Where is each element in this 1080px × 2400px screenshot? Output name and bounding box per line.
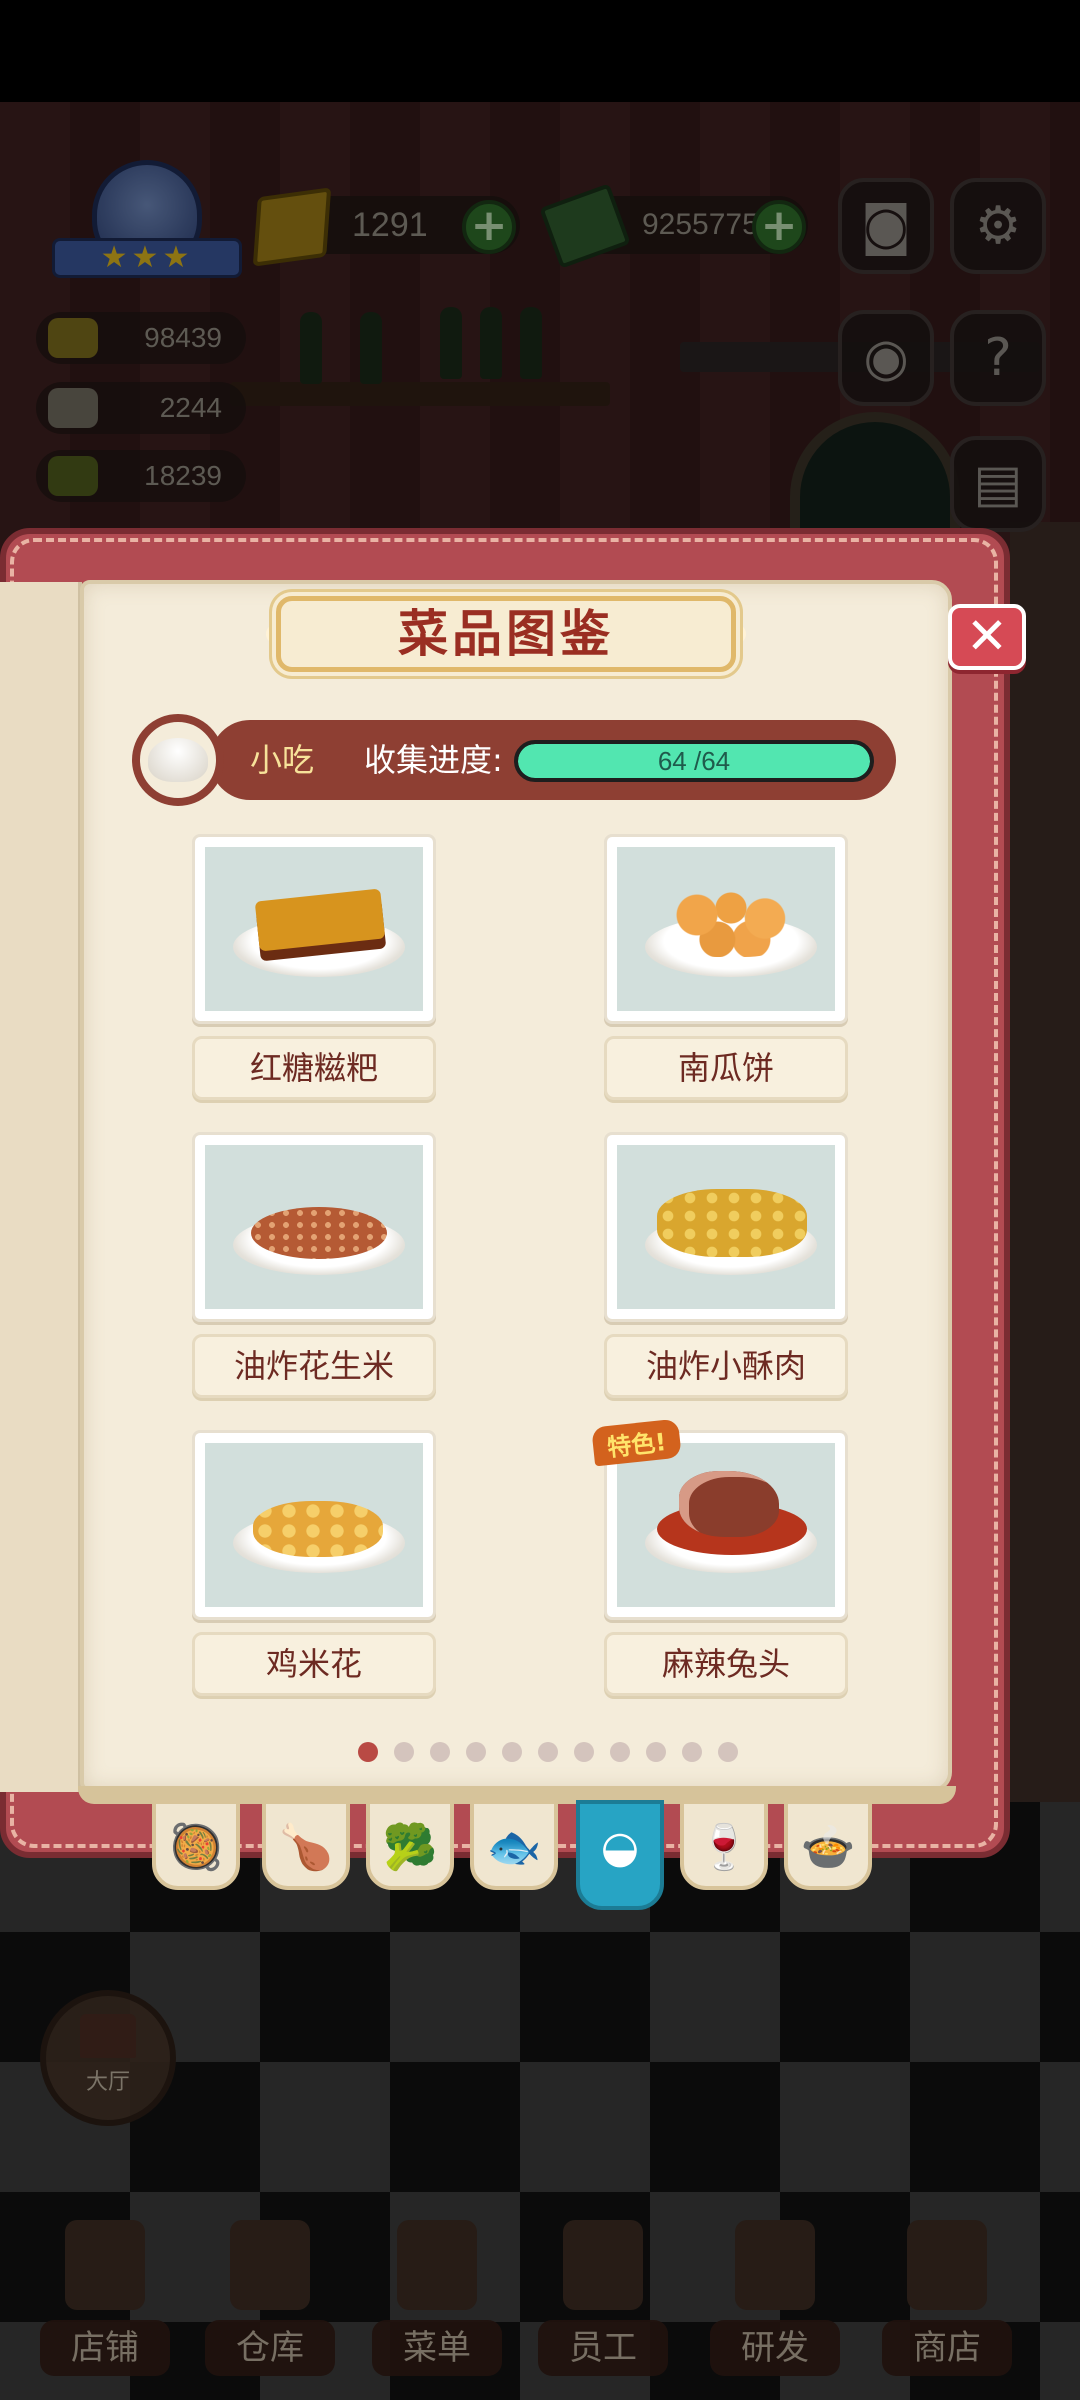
steamed-bun-icon [148, 738, 208, 782]
dish-image-bg [205, 1443, 423, 1607]
rabbit-head-food-icon [679, 1471, 779, 1537]
close-button[interactable]: ✕ [948, 604, 1026, 670]
page-dot[interactable] [358, 1742, 378, 1762]
bun-icon: ◒ [600, 1822, 640, 1873]
dish-card-popcorn-chicken[interactable] [192, 1430, 436, 1620]
category-tab[interactable]: 🍷 [680, 1800, 768, 1890]
popcorn-chicken-food-icon [253, 1501, 383, 1557]
page-dot[interactable] [682, 1742, 702, 1762]
soup-bowl-icon: 🍲 [800, 1822, 856, 1873]
dish-image-bg [205, 1145, 423, 1309]
category-name: 小吃 [250, 741, 315, 779]
dish-image-bg [617, 1145, 835, 1309]
close-icon: ✕ [966, 607, 1008, 665]
crispy-pork-food-icon [657, 1189, 807, 1257]
dish-name: 麻辣兔头 [604, 1632, 848, 1696]
dish-name: 油炸花生米 [192, 1334, 436, 1398]
category-tab[interactable]: 🥦 [366, 1800, 454, 1890]
dish-image-bg [617, 847, 835, 1011]
drumstick-icon: 🍗 [278, 1822, 334, 1873]
progress-current: 64 [657, 746, 687, 776]
category-tab[interactable]: 🍲 [784, 1800, 872, 1890]
page-dot[interactable] [610, 1742, 630, 1762]
page-dot[interactable] [430, 1742, 450, 1762]
page-dot[interactable] [574, 1742, 594, 1762]
book-title: 菜品图鉴 [398, 605, 614, 663]
collection-progress-bar: 64 /64 [514, 740, 874, 782]
broccoli-icon: 🥦 [382, 1822, 438, 1873]
category-tab[interactable]: 🐟 [470, 1800, 558, 1890]
wok-icon: 🥘 [168, 1822, 224, 1873]
dish-name: 鸡米花 [192, 1632, 436, 1696]
page-dot[interactable] [718, 1742, 738, 1762]
dish-card-brown-sugar-ciba[interactable] [192, 834, 436, 1024]
dish-image-bg [205, 847, 423, 1011]
page-dot[interactable] [466, 1742, 486, 1762]
collection-progress-label: 收集进度: [364, 741, 503, 779]
page-dot[interactable] [394, 1742, 414, 1762]
fish-icon: 🐟 [486, 1822, 542, 1873]
category-tab[interactable]: ◒ [576, 1800, 664, 1910]
dish-card-pumpkin-cake[interactable] [604, 834, 848, 1024]
progress-text: 64 /64 [518, 744, 870, 778]
category-tab[interactable]: 🍗 [262, 1800, 350, 1890]
book-left-page [0, 582, 82, 1792]
page-dot[interactable] [538, 1742, 558, 1762]
dish-image-bg [617, 1443, 835, 1607]
dish-name: 红糖糍粑 [192, 1036, 436, 1100]
category-tab[interactable]: 🥘 [152, 1800, 240, 1890]
dish-card-crispy-pork[interactable] [604, 1132, 848, 1322]
dish-name: 油炸小酥肉 [604, 1334, 848, 1398]
page-dot[interactable] [502, 1742, 522, 1762]
title-plate: 菜品图鉴 [276, 596, 736, 672]
dish-card-fried-peanuts[interactable] [192, 1132, 436, 1322]
dish-name: 南瓜饼 [604, 1036, 848, 1100]
progress-total: /64 [686, 746, 731, 776]
peanuts-food-icon [251, 1207, 387, 1259]
wine-glass-icon: 🍷 [696, 1822, 752, 1873]
page-dot[interactable] [646, 1742, 666, 1762]
pumpkin-cake-food-icon [663, 887, 799, 957]
dish-card-spicy-rabbit-head[interactable]: 特色! [591, 1418, 848, 1620]
